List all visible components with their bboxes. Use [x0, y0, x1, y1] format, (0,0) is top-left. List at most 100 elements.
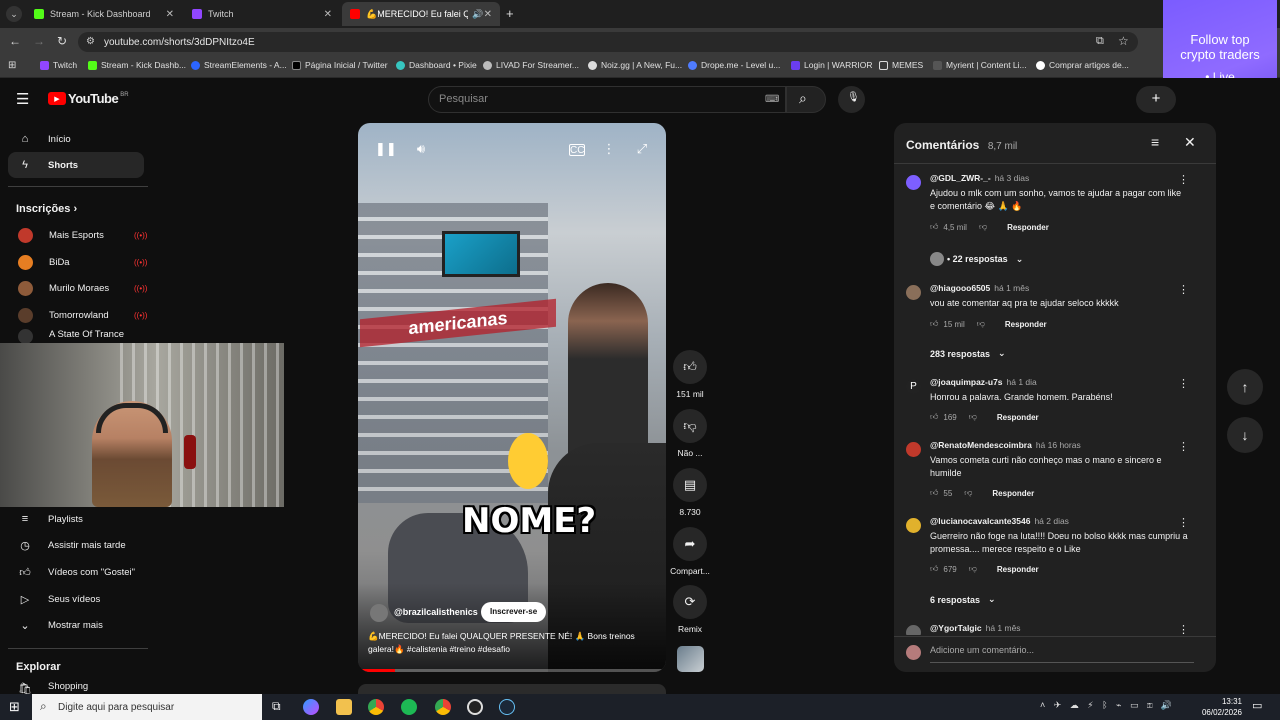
avatar[interactable]: [906, 518, 921, 533]
reply-button[interactable]: Responder: [997, 413, 1039, 422]
subscribe-button[interactable]: Inscrever-se: [481, 602, 547, 622]
forward-icon[interactable]: →: [33, 34, 45, 48]
sidebar-item-watch-later[interactable]: ◷ Assistir mais tarde: [8, 532, 144, 558]
sidebar-item-shorts[interactable]: ϟ Shorts: [8, 152, 144, 178]
file-explorer-icon[interactable]: [336, 699, 352, 715]
close-icon[interactable]: ✕: [166, 9, 174, 20]
previous-short-button[interactable]: ↑: [1227, 369, 1263, 405]
keyboard-icon[interactable]: ⌨: [765, 87, 779, 112]
sidebar-item-shopping[interactable]: 🛍 Shopping: [8, 681, 144, 694]
dislike-icon[interactable]: 👎︎: [964, 488, 972, 498]
more-vert-icon[interactable]: ⋮: [1178, 516, 1189, 529]
more-vert-icon[interactable]: ⋮: [1178, 623, 1189, 635]
avatar[interactable]: [906, 285, 921, 300]
volume-icon[interactable]: 🔊︎: [412, 141, 430, 159]
bookmark-drope[interactable]: Drope.me - Level u...: [688, 60, 780, 70]
sidebar-item-liked[interactable]: 👍︎ Vídeos com "Gostei": [8, 559, 144, 585]
copilot-icon[interactable]: [303, 699, 319, 715]
sidebar-subscription[interactable]: A State Of Trance: [8, 329, 144, 343]
share-action[interactable]: ➦ Compart...: [670, 527, 710, 576]
tab-menu-button[interactable]: ⌄: [6, 6, 22, 22]
next-video-peek[interactable]: [358, 684, 666, 694]
replies-toggle[interactable]: • 22 respostas ⌄: [930, 252, 1023, 266]
like-icon[interactable]: 👍︎: [930, 412, 938, 422]
tab-twitch[interactable]: Twitch ✕: [184, 2, 340, 26]
taskbar-search-input[interactable]: ⌕ Digite aqui para pesquisar: [32, 694, 262, 720]
bookmark-twitter[interactable]: Página Inicial / Twitter: [292, 60, 388, 70]
tab-kick[interactable]: Stream - Kick Dashboard ✕: [26, 2, 182, 26]
sidebar-subscription[interactable]: Mais Esports ((•)): [8, 222, 147, 248]
sidebar-item-show-more[interactable]: ⌄ Mostrar mais: [8, 612, 144, 638]
comment-author[interactable]: @lucianocavalcante3546 há 2 dias: [930, 516, 1069, 526]
bookmark-twitch[interactable]: Twitch: [40, 60, 77, 70]
obs-icon[interactable]: [467, 699, 483, 715]
chrome-active-icon[interactable]: [435, 699, 451, 715]
dislike-icon[interactable]: 👎︎: [977, 319, 985, 329]
fullscreen-icon[interactable]: ⤢: [633, 141, 651, 159]
system-tray[interactable]: ˄ ✈ ☁ ⚡ ᛒ ⌁ ▭ ⚿ 🔊: [1040, 700, 1175, 711]
site-info-icon[interactable]: ⚙: [86, 36, 95, 47]
bookmark-streamelements[interactable]: StreamElements - A...: [191, 60, 287, 70]
sidebar-subscription[interactable]: Tomorrowland ((•)): [8, 302, 147, 328]
comments-action[interactable]: ▤ 8.730: [670, 468, 710, 517]
captions-icon[interactable]: CC: [569, 144, 585, 156]
like-icon[interactable]: 👍︎: [930, 222, 938, 232]
remix-action[interactable]: ⟳ Remix: [670, 585, 710, 634]
audio-thumbnail[interactable]: [677, 646, 704, 672]
next-short-button[interactable]: ↓: [1227, 417, 1263, 453]
reply-button[interactable]: Responder: [997, 565, 1039, 574]
replies-toggle[interactable]: 6 respostas ⌄: [930, 594, 996, 605]
comment-icon[interactable]: ▤: [673, 468, 707, 502]
sidebar-item-your-videos[interactable]: ▷ Seus vídeos: [8, 586, 144, 612]
more-vert-icon[interactable]: ⋮: [600, 141, 618, 159]
progress-bar[interactable]: [358, 669, 666, 672]
voice-search-button[interactable]: 🎙: [838, 86, 865, 113]
add-comment-input[interactable]: Adicione um comentário...: [930, 645, 1194, 663]
chrome-icon[interactable]: [368, 699, 384, 715]
close-icon[interactable]: ✕: [324, 9, 332, 20]
pause-icon[interactable]: ❚❚: [375, 141, 397, 159]
create-button[interactable]: +: [1136, 86, 1176, 113]
dislike-icon[interactable]: 👎︎: [979, 222, 987, 232]
bookmark-livad[interactable]: LIVAD For Streamer...: [483, 60, 579, 70]
avatar[interactable]: [906, 175, 921, 190]
avatar[interactable]: [906, 442, 921, 457]
sidebar-subscription[interactable]: BiDa ((•)): [8, 249, 147, 275]
bookmark-google[interactable]: Comprar artigos de...: [1036, 60, 1129, 70]
comment-author[interactable]: @GDL_ZWR-_- há 3 dias: [930, 173, 1029, 183]
bookmark-warrior[interactable]: Login | WARRIOR: [791, 60, 873, 70]
bookmark-star-icon[interactable]: ☆: [1118, 34, 1129, 48]
bookmark-myrient[interactable]: Myrient | Content Li...: [933, 60, 1027, 70]
back-icon[interactable]: ←: [9, 34, 21, 48]
url-field[interactable]: ⚙ youtube.com/shorts/3dDPNItzo4E ⧉ ☆: [78, 32, 1138, 52]
like-action[interactable]: 👍︎ 151 mil: [670, 350, 710, 399]
dislike-icon[interactable]: 👎︎: [673, 409, 707, 443]
shorts-video-player[interactable]: americanas NOME? @brazilcalisthenics Ins…: [358, 123, 666, 672]
replies-toggle[interactable]: 283 respostas ⌄: [930, 348, 1006, 359]
search-input[interactable]: Pesquisar ⌨: [428, 86, 786, 113]
install-app-icon[interactable]: ⧉: [1096, 35, 1104, 48]
dislike-action[interactable]: 👎︎ Não ...: [670, 409, 710, 458]
task-view-icon[interactable]: ⧉: [272, 699, 281, 714]
youtube-logo[interactable]: ▶ YouTube BR: [48, 91, 129, 106]
more-vert-icon[interactable]: ⋮: [1178, 173, 1189, 186]
reply-button[interactable]: Responder: [992, 489, 1034, 498]
sidebar-item-home[interactable]: ⌂ Início: [8, 126, 144, 152]
sidebar-subscription[interactable]: Murilo Moraes ((•)): [8, 275, 147, 301]
channel-name[interactable]: @brazilcalisthenics: [394, 607, 478, 617]
windows-start-icon[interactable]: ⊞: [9, 699, 20, 715]
dislike-icon[interactable]: 👎︎: [969, 412, 977, 422]
like-icon[interactable]: 👍︎: [930, 488, 938, 498]
more-vert-icon[interactable]: ⋮: [1178, 283, 1189, 296]
tab-youtube[interactable]: 💪MERECIDO! Eu falei Q... 🔊 ✕: [342, 2, 500, 26]
like-icon[interactable]: 👍︎: [930, 319, 938, 329]
avatar[interactable]: P: [906, 379, 921, 394]
dislike-icon[interactable]: 👎︎: [969, 564, 977, 574]
apps-grid-icon[interactable]: ⊞: [8, 60, 16, 71]
remix-icon[interactable]: ⟳: [673, 585, 707, 619]
taskbar-clock[interactable]: 13:31 06/02/2026: [1196, 696, 1242, 718]
notifications-icon[interactable]: ▭: [1252, 699, 1262, 712]
comment-author[interactable]: @YgorTalgic há 1 mês: [930, 623, 1021, 633]
subscriptions-header[interactable]: Inscrições ›: [16, 203, 77, 215]
avatar[interactable]: [906, 625, 921, 635]
